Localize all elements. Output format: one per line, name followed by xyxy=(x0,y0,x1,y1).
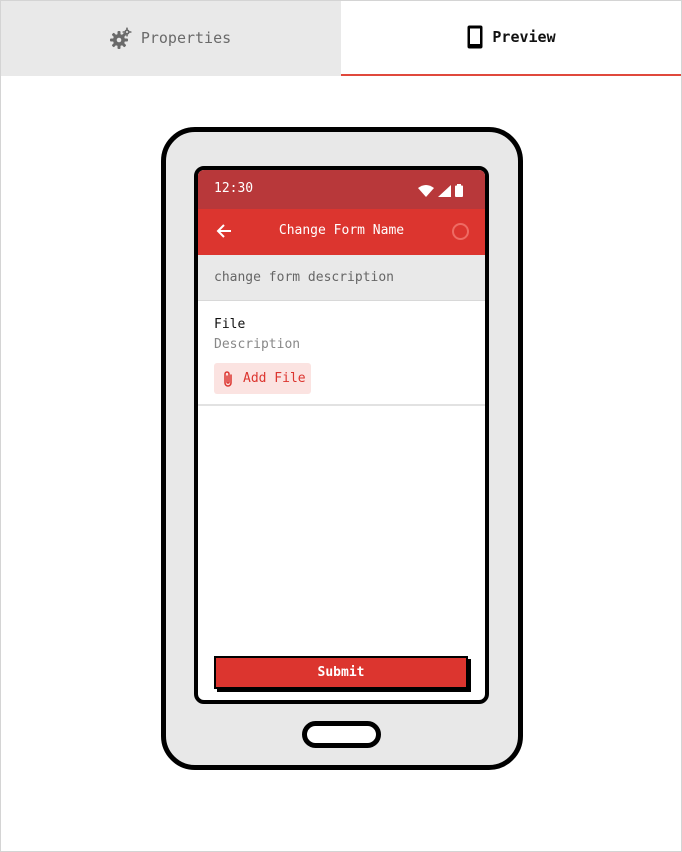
file-field-card: File Description Add File xyxy=(198,301,485,406)
form-description: change form description xyxy=(214,270,395,285)
form-title: Change Form Name xyxy=(278,223,405,238)
add-file-label: Add File xyxy=(243,371,306,386)
battery-icon xyxy=(455,182,463,201)
smartphone-icon xyxy=(467,25,483,49)
paperclip-icon xyxy=(222,370,234,388)
app-bar: Change Form Name xyxy=(198,209,485,255)
form-description-bar: change form description xyxy=(198,255,485,301)
tab-properties[interactable]: Properties xyxy=(0,0,341,76)
tab-bar: Properties Preview xyxy=(0,0,682,76)
signal-icon xyxy=(438,182,451,201)
circle-outline-icon xyxy=(452,223,469,240)
wifi-icon xyxy=(418,182,434,201)
add-file-button[interactable]: Add File xyxy=(214,363,311,394)
tab-preview[interactable]: Preview xyxy=(341,0,682,76)
status-time: 12:30 xyxy=(214,181,254,196)
tab-preview-label: Preview xyxy=(492,28,556,46)
status-icons xyxy=(418,182,463,201)
submit-button[interactable]: Submit xyxy=(214,656,468,689)
field-label: File xyxy=(214,317,246,332)
gears-icon xyxy=(109,27,132,49)
tab-properties-label: Properties xyxy=(140,29,232,47)
phone-screen: 12:30 Change Form Name change form descr… xyxy=(194,166,489,704)
status-bar: 12:30 xyxy=(198,170,485,209)
phone-home-button xyxy=(302,721,381,748)
field-description: Description xyxy=(214,337,301,352)
